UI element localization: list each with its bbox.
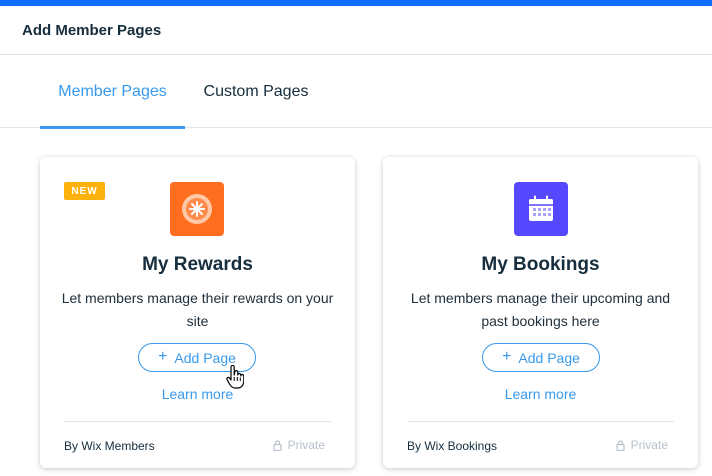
tab-custom-pages[interactable]: Custom Pages	[190, 55, 322, 128]
page-header: Add Member Pages	[0, 6, 712, 55]
privacy-status: Private	[616, 438, 668, 452]
learn-more-link[interactable]: Learn more	[383, 386, 698, 402]
privacy-label: Private	[287, 438, 325, 452]
card-divider	[407, 421, 674, 422]
app-card-bookings: My Bookings Let members manage their upc…	[383, 157, 698, 468]
card-description: Let members manage their upcoming and pa…	[410, 290, 671, 329]
privacy-label: Private	[630, 438, 668, 452]
lock-icon	[273, 439, 282, 451]
learn-more-link[interactable]: Learn more	[40, 386, 355, 402]
card-title: My Rewards	[142, 254, 253, 275]
vendor-label: By Wix Bookings	[407, 439, 498, 453]
card-divider	[64, 421, 331, 422]
card-title: My Bookings	[481, 254, 600, 275]
rewards-icon	[170, 182, 224, 236]
add-page-label: Add Page	[174, 349, 236, 366]
tab-member-pages[interactable]: Member Pages	[40, 55, 185, 129]
tab-bar: Member Pages Custom Pages	[0, 55, 712, 129]
app-card-rewards: NEW My Rewards Let members manage their …	[40, 157, 355, 468]
lock-icon	[616, 439, 625, 451]
add-page-label: Add Page	[518, 349, 580, 366]
add-page-button[interactable]: + Add Page	[482, 343, 600, 372]
card-description: Let members manage their rewards on your…	[61, 290, 334, 329]
calendar-icon	[514, 182, 568, 236]
page-title: Add Member Pages	[22, 21, 162, 39]
new-badge: NEW	[64, 182, 105, 200]
plus-icon: +	[158, 348, 168, 365]
plus-icon: +	[502, 348, 512, 365]
privacy-status: Private	[273, 438, 325, 452]
vendor-label: By Wix Members	[64, 439, 155, 453]
hand-pointer-icon	[226, 365, 244, 389]
